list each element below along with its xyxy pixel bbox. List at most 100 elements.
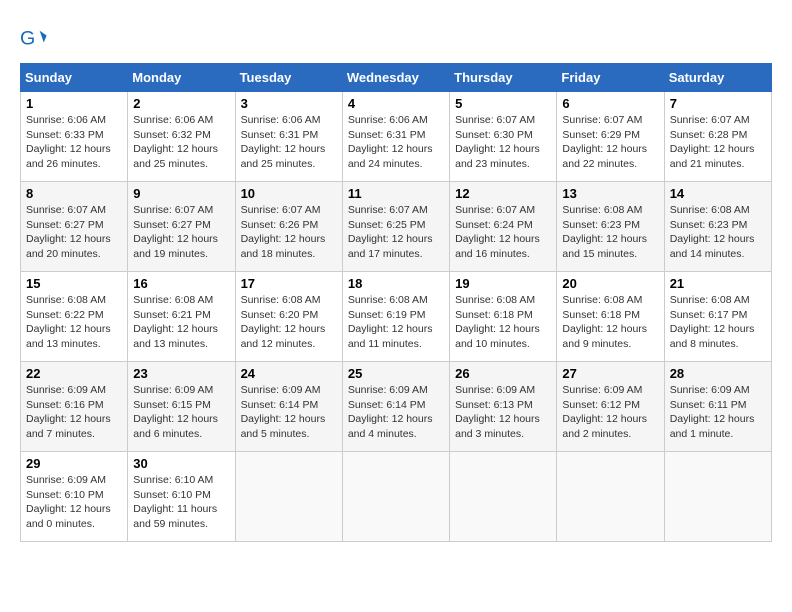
calendar-cell: 26 Sunrise: 6:09 AMSunset: 6:13 PMDayligh… — [450, 362, 557, 452]
weekday-header-tuesday: Tuesday — [235, 64, 342, 92]
day-number: 21 — [670, 276, 766, 291]
calendar-cell: 13 Sunrise: 6:08 AMSunset: 6:23 PMDayligh… — [557, 182, 664, 272]
day-info: Sunrise: 6:08 AMSunset: 6:19 PMDaylight:… — [348, 293, 444, 352]
day-info: Sunrise: 6:09 AMSunset: 6:13 PMDaylight:… — [455, 383, 551, 442]
calendar-body: 1 Sunrise: 6:06 AMSunset: 6:33 PMDaylight… — [21, 92, 772, 542]
day-info: Sunrise: 6:08 AMSunset: 6:23 PMDaylight:… — [562, 203, 658, 262]
day-info: Sunrise: 6:09 AMSunset: 6:16 PMDaylight:… — [26, 383, 122, 442]
calendar-cell: 22Sunrise: 6:09 AMSunset: 6:16 PMDayligh… — [21, 362, 128, 452]
day-info: Sunrise: 6:08 AMSunset: 6:17 PMDaylight:… — [670, 293, 766, 352]
day-info: Sunrise: 6:08 AMSunset: 6:23 PMDaylight:… — [670, 203, 766, 262]
calendar-cell: 8 Sunrise: 6:07 AMSunset: 6:27 PMDaylight… — [21, 182, 128, 272]
day-info: Sunrise: 6:08 AMSunset: 6:20 PMDaylight:… — [241, 293, 337, 352]
calendar-cell — [450, 452, 557, 542]
day-number: 23 — [133, 366, 229, 381]
week-row-5: 29 Sunrise: 6:09 AMSunset: 6:10 PMDayligh… — [21, 452, 772, 542]
calendar-cell: 1 Sunrise: 6:06 AMSunset: 6:33 PMDaylight… — [21, 92, 128, 182]
day-info: Sunrise: 6:07 AMSunset: 6:27 PMDaylight:… — [133, 203, 229, 262]
calendar-cell: 2Sunrise: 6:06 AMSunset: 6:32 PMDaylight… — [128, 92, 235, 182]
day-info: Sunrise: 6:08 AMSunset: 6:21 PMDaylight:… — [133, 293, 229, 352]
day-number: 6 — [562, 96, 658, 111]
day-number: 17 — [241, 276, 337, 291]
day-number: 18 — [348, 276, 444, 291]
weekday-header-thursday: Thursday — [450, 64, 557, 92]
day-info: Sunrise: 6:07 AMSunset: 6:29 PMDaylight:… — [562, 113, 658, 172]
day-info: Sunrise: 6:09 AMSunset: 6:11 PMDaylight:… — [670, 383, 766, 442]
calendar-cell — [664, 452, 771, 542]
day-number: 26 — [455, 366, 551, 381]
day-info: Sunrise: 6:08 AMSunset: 6:22 PMDaylight:… — [26, 293, 122, 352]
calendar-cell: 10Sunrise: 6:07 AMSunset: 6:26 PMDayligh… — [235, 182, 342, 272]
day-info: Sunrise: 6:07 AMSunset: 6:25 PMDaylight:… — [348, 203, 444, 262]
day-info: Sunrise: 6:06 AMSunset: 6:32 PMDaylight:… — [133, 113, 229, 172]
logo: G — [20, 25, 51, 53]
calendar-cell: 3Sunrise: 6:06 AMSunset: 6:31 PMDaylight… — [235, 92, 342, 182]
day-info: Sunrise: 6:08 AMSunset: 6:18 PMDaylight:… — [455, 293, 551, 352]
week-row-4: 22Sunrise: 6:09 AMSunset: 6:16 PMDayligh… — [21, 362, 772, 452]
weekday-header-row: SundayMondayTuesdayWednesdayThursdayFrid… — [21, 64, 772, 92]
day-number: 9 — [133, 186, 229, 201]
calendar-cell: 19 Sunrise: 6:08 AMSunset: 6:18 PMDayligh… — [450, 272, 557, 362]
week-row-1: 1 Sunrise: 6:06 AMSunset: 6:33 PMDaylight… — [21, 92, 772, 182]
day-number: 30 — [133, 456, 229, 471]
day-info: Sunrise: 6:09 AMSunset: 6:10 PMDaylight:… — [26, 473, 122, 532]
calendar-cell: 16Sunrise: 6:08 AMSunset: 6:21 PMDayligh… — [128, 272, 235, 362]
calendar-cell: 27Sunrise: 6:09 AMSunset: 6:12 PMDayligh… — [557, 362, 664, 452]
weekday-header-monday: Monday — [128, 64, 235, 92]
day-number: 28 — [670, 366, 766, 381]
calendar-cell: 7 Sunrise: 6:07 AMSunset: 6:28 PMDaylight… — [664, 92, 771, 182]
day-info: Sunrise: 6:09 AMSunset: 6:14 PMDaylight:… — [241, 383, 337, 442]
calendar-cell: 25Sunrise: 6:09 AMSunset: 6:14 PMDayligh… — [342, 362, 449, 452]
day-number: 4 — [348, 96, 444, 111]
calendar-table: SundayMondayTuesdayWednesdayThursdayFrid… — [20, 63, 772, 542]
day-number: 13 — [562, 186, 658, 201]
day-number: 20 — [562, 276, 658, 291]
day-info: Sunrise: 6:10 AMSunset: 6:10 PMDaylight:… — [133, 473, 229, 532]
calendar-cell: 23 Sunrise: 6:09 AMSunset: 6:15 PMDayligh… — [128, 362, 235, 452]
day-number: 8 — [26, 186, 122, 201]
calendar-cell: 11 Sunrise: 6:07 AMSunset: 6:25 PMDayligh… — [342, 182, 449, 272]
calendar-cell: 5Sunrise: 6:07 AMSunset: 6:30 PMDaylight… — [450, 92, 557, 182]
day-info: Sunrise: 6:07 AMSunset: 6:27 PMDaylight:… — [26, 203, 122, 262]
calendar-cell: 21 Sunrise: 6:08 AMSunset: 6:17 PMDayligh… — [664, 272, 771, 362]
week-row-3: 15 Sunrise: 6:08 AMSunset: 6:22 PMDayligh… — [21, 272, 772, 362]
calendar-cell: 18 Sunrise: 6:08 AMSunset: 6:19 PMDayligh… — [342, 272, 449, 362]
week-row-2: 8 Sunrise: 6:07 AMSunset: 6:27 PMDaylight… — [21, 182, 772, 272]
day-info: Sunrise: 6:07 AMSunset: 6:24 PMDaylight:… — [455, 203, 551, 262]
calendar-cell: 14Sunrise: 6:08 AMSunset: 6:23 PMDayligh… — [664, 182, 771, 272]
day-number: 3 — [241, 96, 337, 111]
day-number: 7 — [670, 96, 766, 111]
day-info: Sunrise: 6:09 AMSunset: 6:14 PMDaylight:… — [348, 383, 444, 442]
page-header: G — [20, 20, 772, 53]
calendar-cell: 30 Sunrise: 6:10 AMSunset: 6:10 PMDayligh… — [128, 452, 235, 542]
day-number: 12 — [455, 186, 551, 201]
calendar-cell: 17 Sunrise: 6:08 AMSunset: 6:20 PMDayligh… — [235, 272, 342, 362]
calendar-cell: 12 Sunrise: 6:07 AMSunset: 6:24 PMDayligh… — [450, 182, 557, 272]
day-info: Sunrise: 6:09 AMSunset: 6:12 PMDaylight:… — [562, 383, 658, 442]
calendar-cell: 6 Sunrise: 6:07 AMSunset: 6:29 PMDaylight… — [557, 92, 664, 182]
calendar-cell: 9 Sunrise: 6:07 AMSunset: 6:27 PMDaylight… — [128, 182, 235, 272]
day-info: Sunrise: 6:08 AMSunset: 6:18 PMDaylight:… — [562, 293, 658, 352]
calendar-cell: 15 Sunrise: 6:08 AMSunset: 6:22 PMDayligh… — [21, 272, 128, 362]
calendar-cell: 20 Sunrise: 6:08 AMSunset: 6:18 PMDayligh… — [557, 272, 664, 362]
day-number: 1 — [26, 96, 122, 111]
day-number: 19 — [455, 276, 551, 291]
day-info: Sunrise: 6:09 AMSunset: 6:15 PMDaylight:… — [133, 383, 229, 442]
day-number: 15 — [26, 276, 122, 291]
weekday-header-saturday: Saturday — [664, 64, 771, 92]
svg-text:G: G — [20, 28, 35, 50]
calendar-cell: 4 Sunrise: 6:06 AMSunset: 6:31 PMDaylight… — [342, 92, 449, 182]
day-info: Sunrise: 6:07 AMSunset: 6:28 PMDaylight:… — [670, 113, 766, 172]
day-number: 11 — [348, 186, 444, 201]
calendar-cell: 24 Sunrise: 6:09 AMSunset: 6:14 PMDayligh… — [235, 362, 342, 452]
logo-icon: G — [20, 25, 48, 53]
day-number: 29 — [26, 456, 122, 471]
calendar-cell — [342, 452, 449, 542]
day-info: Sunrise: 6:06 AMSunset: 6:31 PMDaylight:… — [348, 113, 444, 172]
calendar-cell — [235, 452, 342, 542]
day-number: 24 — [241, 366, 337, 381]
calendar-cell: 29 Sunrise: 6:09 AMSunset: 6:10 PMDayligh… — [21, 452, 128, 542]
weekday-header-friday: Friday — [557, 64, 664, 92]
day-number: 5 — [455, 96, 551, 111]
day-info: Sunrise: 6:06 AMSunset: 6:33 PMDaylight:… — [26, 113, 122, 172]
